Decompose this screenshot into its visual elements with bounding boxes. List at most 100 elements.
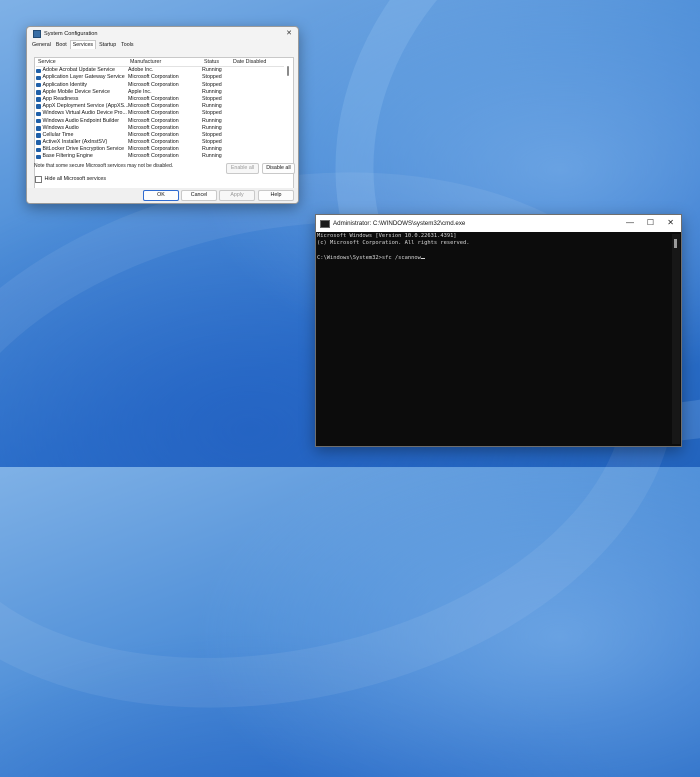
hide-microsoft-services-checkbox[interactable] <box>35 176 42 183</box>
services-header: Service Manufacturer Status Date Disable… <box>36 59 284 68</box>
service-date-disabled <box>231 82 271 89</box>
table-row[interactable]: Windows Audio Microsoft Corporation Runnin… <box>36 125 284 132</box>
tab-tools[interactable]: Tools <box>119 41 135 49</box>
service-name: Apple Mobile Device Service <box>42 88 110 95</box>
service-checkbox[interactable] <box>36 97 41 102</box>
secure-services-note: Note that some secure Microsoft services… <box>34 163 174 169</box>
service-name-cell: Application Layer Gateway Service <box>36 74 128 81</box>
apply-button[interactable]: Apply <box>219 190 255 201</box>
service-status: Stopped <box>202 110 222 117</box>
table-row[interactable]: BitLocker Drive Encryption Service Micros… <box>36 146 284 153</box>
column-header-status[interactable]: Status <box>204 59 233 66</box>
service-date-disabled <box>231 125 271 132</box>
console-prompt-line: C:\Windows\System32>sfc /scannow <box>317 255 672 262</box>
title-bar: System Configuration ✕ <box>27 27 298 40</box>
service-manufacturer: Microsoft Corporation <box>128 139 179 146</box>
service-manufacturer: Microsoft Corporation <box>128 124 179 131</box>
table-row[interactable]: Apple Mobile Device Service Apple Inc. Run… <box>36 89 284 96</box>
service-manufacturer: Microsoft Corporation <box>128 146 179 153</box>
service-name: Application Identity <box>42 81 87 88</box>
service-manufacturer: Microsoft Corporation <box>128 74 179 81</box>
service-status: Running <box>202 117 222 124</box>
service-checkbox[interactable] <box>36 126 41 131</box>
cmd-console-output[interactable]: Microsoft Windows [Version 10.0.22631.43… <box>316 232 672 446</box>
service-checkbox[interactable] <box>36 147 41 153</box>
table-row[interactable]: ActiveX Installer (AxInstSV) Microsoft Co… <box>36 139 284 146</box>
help-button[interactable]: Help <box>258 190 294 201</box>
cmd-window-title: Administrator: C:\WINDOWS\system32\cmd.e… <box>333 220 466 227</box>
service-manufacturer: Microsoft Corporation <box>128 81 179 88</box>
service-checkbox[interactable] <box>36 90 41 95</box>
tab-general[interactable]: General <box>30 41 53 49</box>
service-date-disabled <box>231 132 271 139</box>
service-name: Cellular Time <box>42 131 74 138</box>
ok-button[interactable]: OK <box>143 190 179 201</box>
service-checkbox[interactable] <box>36 154 41 159</box>
service-date-disabled <box>231 103 271 110</box>
table-row[interactable]: Base Filtering Engine Microsoft Corporati… <box>36 153 284 159</box>
column-header-date-disabled[interactable]: Date Disabled <box>233 59 273 66</box>
service-manufacturer: Microsoft Corporation <box>128 110 179 117</box>
service-manufacturer: Microsoft Corporation <box>128 95 179 102</box>
cancel-button[interactable]: Cancel <box>181 190 217 201</box>
service-checkbox[interactable] <box>36 111 41 117</box>
service-checkbox[interactable] <box>36 140 41 145</box>
table-row[interactable]: Windows Audio Endpoint Builder Microsoft … <box>36 118 284 125</box>
disable-all-button[interactable]: Disable all <box>262 163 295 174</box>
enable-all-button[interactable]: Enable all <box>226 163 259 174</box>
cmd-scrollbar[interactable] <box>672 234 680 444</box>
table-row[interactable]: Application Layer Gateway Service Microso… <box>36 74 284 81</box>
service-name: ActiveX Installer (AxInstSV) <box>42 139 108 146</box>
service-status: Running <box>202 67 222 74</box>
scrollbar-thumb[interactable] <box>674 239 677 248</box>
table-row[interactable]: Cellular Time Microsoft Corporation Stoppe… <box>36 132 284 139</box>
tab-bar: General Boot Services Startup Tools <box>27 40 298 49</box>
table-row[interactable]: App Readiness Microsoft Corporation Stoppe… <box>36 96 284 103</box>
service-manufacturer: Microsoft Corporation <box>128 117 179 124</box>
column-header-service[interactable]: Service <box>36 59 130 66</box>
service-date-disabled <box>231 110 271 117</box>
table-row[interactable]: Application Identity Microsoft Corporatio… <box>36 82 284 89</box>
service-checkbox[interactable] <box>36 118 41 124</box>
table-row[interactable]: AppX Deployment Service (AppXS... Microso… <box>36 103 284 110</box>
minimize-icon[interactable]: — <box>626 218 634 227</box>
service-checkbox[interactable] <box>36 68 41 74</box>
service-status: Stopped <box>202 74 222 81</box>
service-manufacturer: Microsoft Corporation <box>128 131 179 138</box>
command-prompt-window: Administrator: C:\WINDOWS\system32\cmd.e… <box>315 214 682 447</box>
tab-startup[interactable]: Startup <box>97 41 118 49</box>
service-manufacturer: Microsoft Corporation <box>128 153 179 159</box>
service-name: Adobe Acrobat Update Service <box>42 67 115 74</box>
table-row[interactable]: Windows Virtual Audio Device Pro... Micro… <box>36 110 284 117</box>
service-status: Running <box>202 153 222 159</box>
close-icon[interactable]: ✕ <box>286 29 292 37</box>
service-name-cell: Adobe Acrobat Update Service <box>36 67 128 74</box>
service-checkbox[interactable] <box>36 133 41 138</box>
service-checkbox[interactable] <box>36 75 41 81</box>
service-date-disabled <box>231 74 271 81</box>
service-name-cell: AppX Deployment Service (AppXS... <box>36 103 128 110</box>
service-manufacturer: Apple Inc. <box>128 88 152 95</box>
services-scrollbar[interactable] <box>287 60 290 158</box>
service-name: Windows Audio Endpoint Builder <box>42 117 120 124</box>
hide-microsoft-services[interactable]: Hide all Microsoft services <box>35 176 106 183</box>
service-name-cell: Windows Virtual Audio Device Pro... <box>36 110 128 117</box>
service-date-disabled <box>231 153 271 159</box>
table-row[interactable]: Adobe Acrobat Update Service Adobe Inc. Ru… <box>36 67 284 74</box>
maximize-icon[interactable]: ☐ <box>647 218 654 227</box>
service-date-disabled <box>231 67 271 74</box>
tab-services[interactable]: Services <box>69 40 97 49</box>
cmd-app-icon <box>320 219 330 228</box>
service-name: Base Filtering Engine <box>42 153 93 159</box>
service-name-cell: Cellular Time <box>36 132 128 139</box>
service-status: Running <box>202 124 222 131</box>
scrollbar-thumb[interactable] <box>287 66 289 76</box>
close-icon[interactable]: ✕ <box>667 218 674 227</box>
service-checkbox[interactable] <box>36 82 41 88</box>
column-header-manufacturer[interactable]: Manufacturer <box>130 59 204 66</box>
tab-boot[interactable]: Boot <box>54 41 69 49</box>
service-name-cell: App Readiness <box>36 96 128 103</box>
service-checkbox[interactable] <box>36 104 41 109</box>
service-name-cell: ActiveX Installer (AxInstSV) <box>36 139 128 146</box>
